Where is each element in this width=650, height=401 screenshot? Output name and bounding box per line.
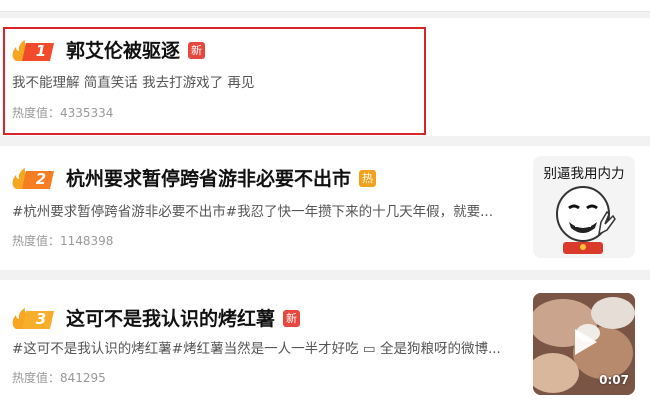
new-tag-icon: 新 <box>283 310 301 327</box>
thumbnail-caption: 别逼我用内力 <box>543 166 625 182</box>
hot-item-3[interactable]: 3 这可不是我认识的烤红薯新 #这可不是我认识的烤红薯#烤红薯当然是一人一半才好… <box>0 280 650 401</box>
item-thumbnail[interactable]: 别逼我用内力 <box>533 156 635 258</box>
previous-item-edge <box>0 0 650 12</box>
item-title[interactable]: 郭艾伦被驱逐新 <box>66 38 206 64</box>
heat-value: 热度值：841295 <box>12 371 106 385</box>
item-desc: #这可不是我认识的烤红薯#烤红薯当然是一人一半才好吃 ▭ 全是狗粮呀的微博... <box>12 341 501 357</box>
rank-number: 2 <box>35 170 47 188</box>
item-desc: #杭州要求暂停跨省游非必要不出市#我忍了快一年攒下来的十几天年假，就要... <box>12 204 493 220</box>
flame-rank-icon: 1 <box>10 40 56 62</box>
item-title[interactable]: 杭州要求暂停跨省游非必要不出市热 <box>66 166 377 192</box>
hot-item-1[interactable]: 1 郭艾伦被驱逐新 我不能理解 简直笑话 我去打游戏了 再见 热度值：43353… <box>0 18 650 136</box>
flame-rank-icon: 2 <box>10 168 56 190</box>
play-icon[interactable] <box>567 325 601 359</box>
rank-number: 1 <box>35 42 47 60</box>
hot-item-2[interactable]: 2 杭州要求暂停跨省游非必要不出市热 #杭州要求暂停跨省游非必要不出市#我忍了快… <box>0 146 650 270</box>
rank-number: 3 <box>35 310 47 328</box>
flame-rank-icon: 3 <box>10 308 56 330</box>
hot-search-list: 1 郭艾伦被驱逐新 我不能理解 简直笑话 我去打游戏了 再见 热度值：43353… <box>0 0 650 401</box>
heat-value: 热度值：4335334 <box>12 106 114 120</box>
video-duration: 0:07 <box>599 373 629 387</box>
meme-face-icon <box>556 186 616 254</box>
item-title[interactable]: 这可不是我认识的烤红薯新 <box>66 306 301 332</box>
video-thumbnail[interactable]: 0:07 <box>533 293 635 395</box>
new-tag-icon: 新 <box>188 42 206 59</box>
item-desc: 我不能理解 简直笑话 我去打游戏了 再见 <box>12 75 255 91</box>
hot-tag-icon: 热 <box>359 170 377 187</box>
heat-value: 热度值：1148398 <box>12 234 114 248</box>
